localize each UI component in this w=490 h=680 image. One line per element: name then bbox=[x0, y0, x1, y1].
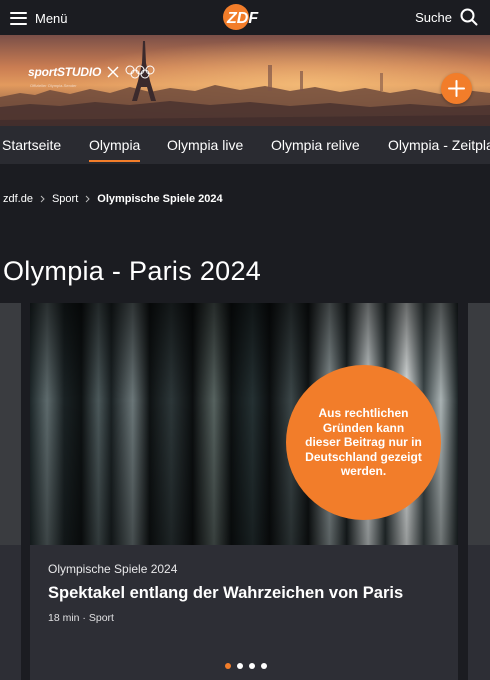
sportstudio-brand: sportSTUDIO bbox=[28, 65, 155, 79]
menu-button[interactable]: Menü bbox=[10, 8, 68, 28]
zdf-logo[interactable]: ZDF bbox=[222, 3, 268, 31]
video-thumbnail: Aus rechtlichen Gründen kann dieser Beit… bbox=[30, 303, 458, 545]
search-button[interactable]: Suche bbox=[415, 7, 478, 27]
add-button[interactable] bbox=[441, 73, 472, 104]
section-nav: Startseite Olympia Olympia live Olympia … bbox=[0, 126, 490, 164]
geo-restriction-badge: Aus rechtlichen Gründen kann dieser Beit… bbox=[286, 365, 441, 520]
carousel-dot[interactable] bbox=[225, 663, 231, 669]
card-title[interactable]: Spektakel entlang der Wahrzeichen von Pa… bbox=[48, 584, 448, 603]
breadcrumb-current: Olympische Spiele 2024 bbox=[97, 193, 223, 205]
carousel-prev-card[interactable] bbox=[0, 303, 21, 680]
carousel-dot[interactable] bbox=[249, 663, 255, 669]
menu-label: Menü bbox=[35, 10, 68, 26]
carousel-next-card[interactable] bbox=[468, 303, 490, 680]
tab-olympia-relive[interactable]: Olympia relive bbox=[271, 126, 360, 164]
top-bar: Menü ZDF Suche bbox=[0, 0, 490, 35]
card-kicker: Olympische Spiele 2024 bbox=[48, 562, 178, 576]
breadcrumb: zdf.de Sport Olympische Spiele 2024 bbox=[3, 191, 223, 207]
geo-restriction-text: Aus rechtlichen Gründen kann dieser Beit… bbox=[305, 406, 422, 479]
olympic-rings-icon bbox=[125, 65, 155, 79]
sportstudio-banner: sportSTUDIO Offizieller Olympia-Sender bbox=[0, 35, 490, 126]
hamburger-icon bbox=[10, 11, 27, 25]
carousel-dot[interactable] bbox=[237, 663, 243, 669]
plus-icon bbox=[448, 80, 465, 97]
search-icon bbox=[460, 8, 478, 26]
card-meta: 18 min · Sport bbox=[48, 612, 114, 624]
carousel-pagination bbox=[225, 663, 267, 669]
tab-olympia-zeitplan[interactable]: Olympia - Zeitplan bbox=[388, 126, 490, 164]
video-teaser-card[interactable]: Aus rechtlichen Gründen kann dieser Beit… bbox=[30, 303, 458, 680]
tab-olympia-live[interactable]: Olympia live bbox=[167, 126, 243, 164]
breadcrumb-zdf[interactable]: zdf.de bbox=[3, 193, 33, 205]
paris-skyline-image bbox=[0, 35, 490, 126]
breadcrumb-sport[interactable]: Sport bbox=[52, 193, 78, 205]
carousel-dot[interactable] bbox=[261, 663, 267, 669]
tab-olympia[interactable]: Olympia bbox=[89, 126, 141, 164]
search-label: Suche bbox=[415, 9, 452, 25]
cross-icon bbox=[107, 66, 119, 78]
tab-startseite[interactable]: Startseite bbox=[2, 126, 61, 164]
svg-text:ZDF: ZDF bbox=[226, 10, 259, 27]
sportstudio-logo: sportSTUDIO bbox=[28, 65, 102, 79]
chevron-right-icon bbox=[85, 195, 90, 203]
page-title: Olympia - Paris 2024 bbox=[3, 256, 262, 286]
chevron-right-icon bbox=[40, 195, 45, 203]
brand-subtitle: Offizieller Olympia-Sender bbox=[30, 83, 77, 88]
